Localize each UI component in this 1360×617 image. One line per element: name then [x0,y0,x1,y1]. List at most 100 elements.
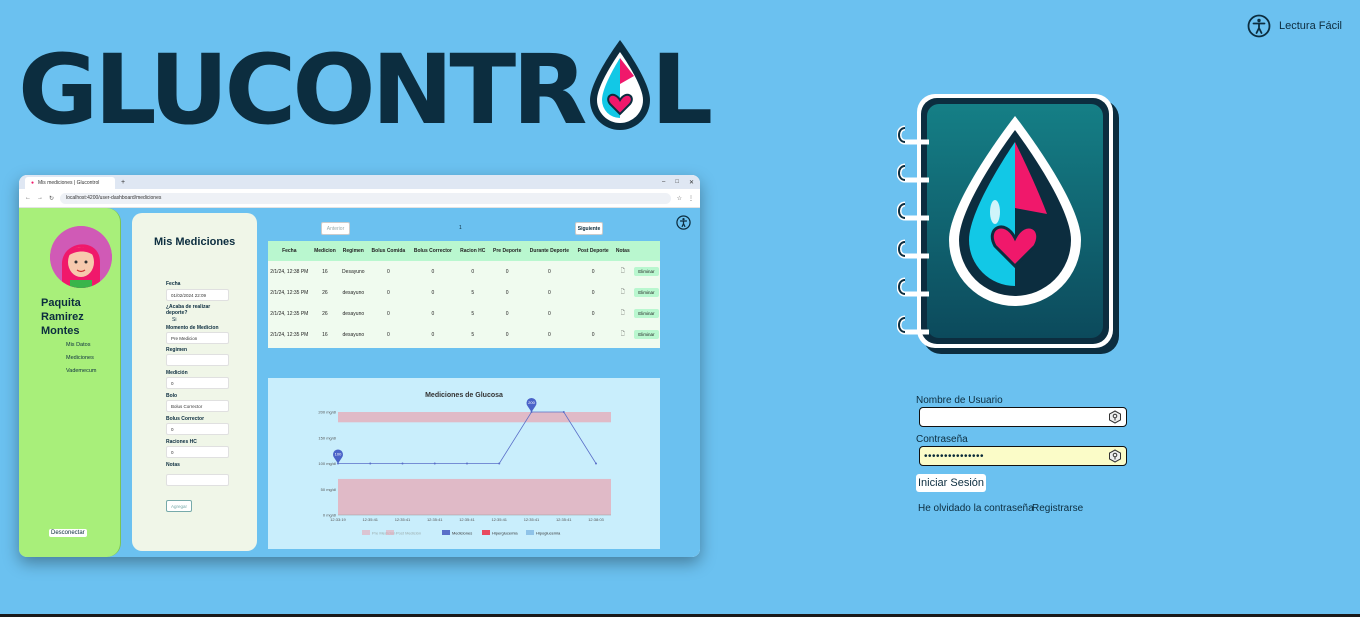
table-cell: 0 [471,268,475,275]
avatar [50,226,112,288]
table-cell: desayuno [342,289,365,296]
password-input[interactable]: ••••••••••••••• [919,446,1127,466]
table-cell: 0 [431,268,435,275]
x-tick-label: 12:35:41 [491,517,507,522]
fecha-label: Fecha [166,281,181,287]
table-cell: 0 [505,310,509,317]
measurements-table: Fecha Medicion Regimen Bolus Comida Bolus Co… [268,241,660,348]
sidebar-item-vademecum[interactable]: Vademecum [66,368,96,374]
table-row: 2/1/24, 12:35 PM 26 desayuno 0 0 5 0 0 0 🗋 Elimina… [268,303,660,324]
new-tab-icon[interactable]: + [121,179,125,186]
note-icon[interactable]: 🗋 [613,261,633,282]
table-cell: Eliminar [633,261,660,282]
deporte-label: ¿Acaba de realizar deporte? [166,304,211,316]
data-point [595,462,597,465]
table-header-cell: Durante Deporte [525,241,574,261]
username-label: Nombre de Usuario [916,395,1003,406]
x-tick-label: 12:38:03 [588,517,604,522]
table-cell: 0 [591,331,595,338]
easy-read-button[interactable]: Lectura Fácil [1247,14,1342,38]
address-bar[interactable]: localhost:4200/user-dashboard/mediciones [60,192,671,204]
glucontrol-logo: GLUCONTR L [18,40,713,138]
table-cell: 2/1/24, 12:35 PM [270,289,309,296]
legend-label: Hiperglucemia [492,531,518,536]
table-cell: desayuno [342,310,365,317]
table-header-cell: Post Deporte [573,241,613,261]
add-measurement-button[interactable]: Agregar [166,500,192,512]
delete-button[interactable]: Eliminar [634,287,659,297]
regimen-select[interactable] [166,354,229,366]
raciones-input[interactable]: 0 [166,446,229,458]
browser-tab[interactable]: ● Mis mediciones | Glucontrol [25,177,115,189]
x-tick-label: 12:33:19 [330,517,346,522]
x-tick-label: 12:35:41 [556,517,572,522]
table-cell: 5 [471,310,475,317]
close-icon[interactable]: ✕ [689,179,694,186]
dashboard-preview: ● Mis mediciones | Glucontrol + – □ ✕ ← … [19,175,700,557]
register-link[interactable]: Registrarse [1032,503,1083,514]
table-header-cell: Bolus Comida [367,241,410,261]
note-icon[interactable]: 🗋 [613,324,633,345]
window-controls: – □ ✕ [662,179,700,186]
table-cell: 2/1/24, 12:35 PM [270,310,309,317]
deporte-radio[interactable]: Si [172,317,176,323]
table-cell: 26 [322,310,328,317]
data-point [369,462,372,465]
measurement-form: Mis Mediciones Fecha 01/02/2024 22:09 ¿A… [132,213,257,551]
sidebar-item-mediciones[interactable]: Mediciones [66,355,94,361]
maximize-icon[interactable]: □ [675,179,679,186]
delete-button[interactable]: Eliminar [634,308,659,318]
table-cell: 0 [505,289,509,296]
menu-icon[interactable]: ⋮ [688,195,694,202]
data-label: 200 [528,400,535,405]
password-manager-icon[interactable] [1108,410,1122,424]
delete-button[interactable]: Eliminar [634,329,659,339]
x-tick-label: 12:35:41 [524,517,540,522]
table-cell: 0 [548,289,551,296]
table-header-cell: Racion HC [456,241,490,261]
next-page-button[interactable]: Siguiente [575,222,603,235]
bolo-select[interactable]: Bolus Corrector [166,400,229,412]
regimen-label: Regimen [166,347,188,353]
logout-button[interactable]: Desconectar [49,529,87,537]
table-row: 2/1/24, 12:38 PM 16 Desayuno 0 0 0 0 0 0 🗋 Elimina… [268,261,660,282]
delete-button[interactable]: Eliminar [634,266,659,276]
password-manager-icon[interactable] [1108,449,1122,463]
app-content: Paquita Ramirez Montes Mis Datos Medicio… [19,208,700,557]
accessibility-icon[interactable] [676,215,691,230]
user-name: Paquita Ramirez Montes [41,297,84,337]
table-cell: 0 [386,310,390,317]
table-cell: 0 [386,331,390,338]
momento-select[interactable]: Pre Medicion [166,332,229,344]
page-number: 1 [459,225,462,231]
table-row: 2/1/24, 12:35 PM 16 desayuno 0 0 5 0 0 0 🗋 Elimina… [268,324,660,345]
note-icon[interactable]: 🗋 [613,282,633,303]
fecha-input[interactable]: 01/02/2024 22:09 [166,289,229,301]
sidebar: Paquita Ramirez Montes Mis Datos Medicio… [19,208,121,557]
star-icon[interactable]: ☆ [677,195,682,202]
username-input[interactable] [919,407,1127,427]
browser-toolbar: ← → ↻ localhost:4200/user-dashboard/medi… [19,189,700,208]
minimize-icon[interactable]: – [662,179,665,186]
table-cell: 26 [322,289,328,296]
forward-icon[interactable]: → [37,195,43,201]
reload-icon[interactable]: ↻ [49,195,54,202]
sidebar-item-mis-datos[interactable]: Mis Datos [66,342,90,348]
bolus-corrector-input[interactable]: 0 [166,423,229,435]
legend-label: Hipoglucemia [536,531,561,536]
data-label: 100 [335,452,342,457]
table-cell: 0 [548,268,551,275]
forgot-password-link[interactable]: He olvidado la contraseña [918,503,1034,514]
medicion-input[interactable]: 0 [166,377,229,389]
table-header-cell: Pre Deporte [489,241,526,261]
data-point [466,462,468,465]
back-icon[interactable]: ← [25,195,31,201]
password-label: Contraseña [916,434,968,445]
table-header-cell: Regimen [339,241,368,261]
table-cell: 0 [431,289,435,296]
prev-page-button[interactable]: Anterior [321,222,350,235]
notas-input[interactable] [166,474,229,486]
blood-drop-heart-icon [590,40,650,130]
note-icon[interactable]: 🗋 [613,303,633,324]
login-button[interactable]: Iniciar Sesión [916,474,987,492]
